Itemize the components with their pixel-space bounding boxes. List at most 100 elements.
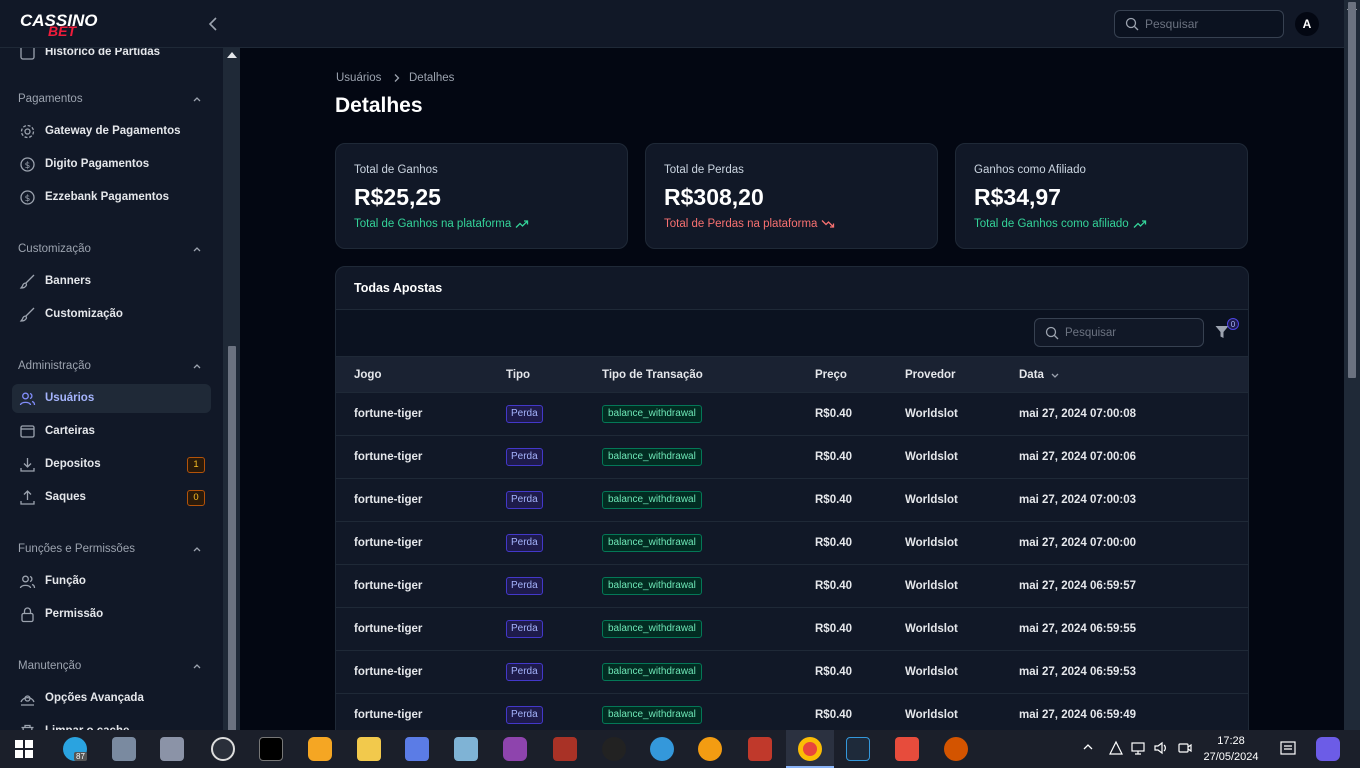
breadcrumb-link-usuarios[interactable]: Usuários (336, 72, 381, 84)
sidebar-item-customizacao[interactable]: Customização (12, 300, 211, 329)
table-row[interactable]: fortune-tiger Perda balance_withdrawal R$0.… (336, 608, 1248, 651)
table-row[interactable]: fortune-tiger Perda balance_withdrawal R$0.… (336, 436, 1248, 479)
cell-provedor: Worldslot (905, 537, 958, 549)
history-icon (20, 48, 35, 60)
cell-data: mai 27, 2024 06:59:55 (1019, 623, 1137, 635)
bets-table-card: Todas Apostas Pesquisar 0 Jogo Tipo Tipo… (335, 266, 1249, 738)
tray-volume-icon[interactable] (1153, 740, 1169, 756)
fl-studio-icon[interactable] (698, 737, 722, 761)
chevron-up-icon[interactable] (192, 544, 202, 554)
brush-icon (19, 307, 35, 322)
chevron-up-icon[interactable] (192, 94, 202, 104)
transaction-type-badge: balance_withdrawal (602, 620, 702, 638)
app-icon[interactable] (602, 737, 626, 761)
cell-provedor: Worldslot (905, 451, 958, 463)
sidebar-item-digito[interactable]: $ Digito Pagamentos (12, 150, 211, 179)
sort-chevron-down-icon[interactable] (1050, 372, 1060, 380)
scroll-up-arrow-icon[interactable] (227, 52, 237, 58)
column-header-tipo-transacao[interactable]: Tipo de Transação (602, 369, 703, 381)
tray-ethernet-icon[interactable] (1108, 740, 1124, 756)
table-row[interactable]: fortune-tiger Perda balance_withdrawal R$0.… (336, 393, 1248, 436)
telegram-badge: 87 (74, 752, 87, 761)
global-search-input[interactable]: Pesquisar (1114, 10, 1284, 38)
cell-provedor: Worldslot (905, 709, 958, 721)
stack-app-icon[interactable] (160, 737, 184, 761)
page-scroll-thumb[interactable] (1348, 2, 1356, 378)
network-app-icon[interactable] (112, 737, 136, 761)
app-icon[interactable] (503, 737, 527, 761)
dollar-circle-icon: $ (20, 157, 35, 172)
capcut-icon[interactable] (259, 737, 283, 761)
windows-start-icon[interactable] (15, 740, 33, 758)
column-header-data[interactable]: Data (1019, 369, 1044, 381)
cell-provedor: Worldslot (905, 580, 958, 592)
sidebar-item-saques[interactable]: Saques 0 (12, 483, 211, 512)
sidebar-item-opcoes-avancada[interactable]: Opções Avançada (12, 684, 211, 713)
nfs-game-icon[interactable] (846, 737, 870, 761)
cell-jogo: fortune-tiger (354, 494, 423, 506)
winrar-icon[interactable] (553, 737, 577, 761)
os-taskbar: 87 17:28 27/05/2024 (0, 730, 1360, 768)
notes-app-icon[interactable] (454, 737, 478, 761)
column-header-provedor[interactable]: Provedor (905, 369, 956, 381)
tray-camera-icon[interactable] (1177, 740, 1193, 756)
sidebar-item-gateway[interactable]: Gateway de Pagamentos (12, 117, 211, 146)
sidebar-item-ezzebank[interactable]: $ Ezzebank Pagamentos (12, 183, 211, 212)
section-title-customizacao: Customização (18, 243, 91, 255)
upload-icon (20, 490, 35, 505)
trending-down-icon (821, 220, 835, 228)
users-icon (19, 575, 36, 589)
chrome-active-tab[interactable] (786, 730, 834, 768)
sidebar-item-historico[interactable]: Histórico de Partidas (12, 48, 211, 67)
filezilla-icon[interactable] (748, 737, 772, 761)
sidebar-item-permissao[interactable]: Permissão (12, 600, 211, 629)
table-row[interactable]: fortune-tiger Perda balance_withdrawal R$0.… (336, 479, 1248, 522)
sidebar-collapse-icon[interactable] (204, 14, 222, 34)
sidebar-scrollbar[interactable] (224, 48, 240, 738)
user-avatar[interactable]: A (1295, 12, 1319, 36)
sidebar-item-depositos[interactable]: Depositos 1 (12, 450, 211, 479)
taskbar-clock[interactable]: 17:28 27/05/2024 (1198, 733, 1264, 765)
cell-preco: R$0.40 (815, 494, 853, 506)
sidebar-scroll-thumb[interactable] (228, 346, 236, 738)
tipo-badge: Perda (506, 577, 543, 595)
notifications-icon[interactable] (1279, 740, 1297, 758)
page-scrollbar[interactable] (1344, 0, 1360, 738)
app-icon[interactable] (308, 737, 332, 761)
cell-provedor: Worldslot (905, 494, 958, 506)
tray-network-icon[interactable] (1130, 740, 1146, 756)
section-title-administracao: Administração (18, 360, 91, 372)
column-header-tipo[interactable]: Tipo (506, 369, 530, 381)
file-explorer-icon[interactable] (357, 737, 381, 761)
chevron-up-icon[interactable] (192, 661, 202, 671)
main-content: Usuários Detalhes Detalhes Total de Ganh… (240, 48, 1344, 738)
paint-icon[interactable] (944, 737, 968, 761)
cell-jogo: fortune-tiger (354, 537, 423, 549)
table-row[interactable]: fortune-tiger Perda balance_withdrawal R$0.… (336, 522, 1248, 565)
chevron-up-icon[interactable] (192, 244, 202, 254)
copilot-icon[interactable] (1316, 737, 1340, 761)
sidebar-item-funcao[interactable]: Função (12, 567, 211, 596)
transaction-type-badge: balance_withdrawal (602, 663, 702, 681)
tray-chevron-up-icon[interactable] (1082, 742, 1094, 752)
sidebar-item-usuarios[interactable]: Usuários (12, 384, 211, 413)
tipo-badge: Perda (506, 706, 543, 724)
column-header-jogo[interactable]: Jogo (354, 369, 381, 381)
sidebar-item-banners[interactable]: Banners (12, 267, 211, 296)
media-player-icon[interactable] (405, 737, 429, 761)
stat-card-perdas: Total de Perdas R$308,20 Total de Perdas… (645, 143, 938, 249)
table-search-input[interactable]: Pesquisar (1034, 318, 1204, 347)
column-header-preco[interactable]: Preço (815, 369, 847, 381)
brand-logo[interactable]: CASSINO BET (20, 12, 116, 40)
obs-icon[interactable] (211, 737, 235, 761)
chevron-up-icon[interactable] (192, 361, 202, 371)
trending-up-icon (515, 220, 529, 228)
cell-jogo: fortune-tiger (354, 408, 423, 420)
sidebar-item-carteiras[interactable]: Carteiras (12, 417, 211, 446)
cell-preco: R$0.40 (815, 709, 853, 721)
wallet-icon (20, 425, 35, 438)
anydesk-icon[interactable] (895, 737, 919, 761)
cloud-app-icon[interactable] (650, 737, 674, 761)
table-row[interactable]: fortune-tiger Perda balance_withdrawal R$0.… (336, 565, 1248, 608)
table-row[interactable]: fortune-tiger Perda balance_withdrawal R$0.… (336, 651, 1248, 694)
